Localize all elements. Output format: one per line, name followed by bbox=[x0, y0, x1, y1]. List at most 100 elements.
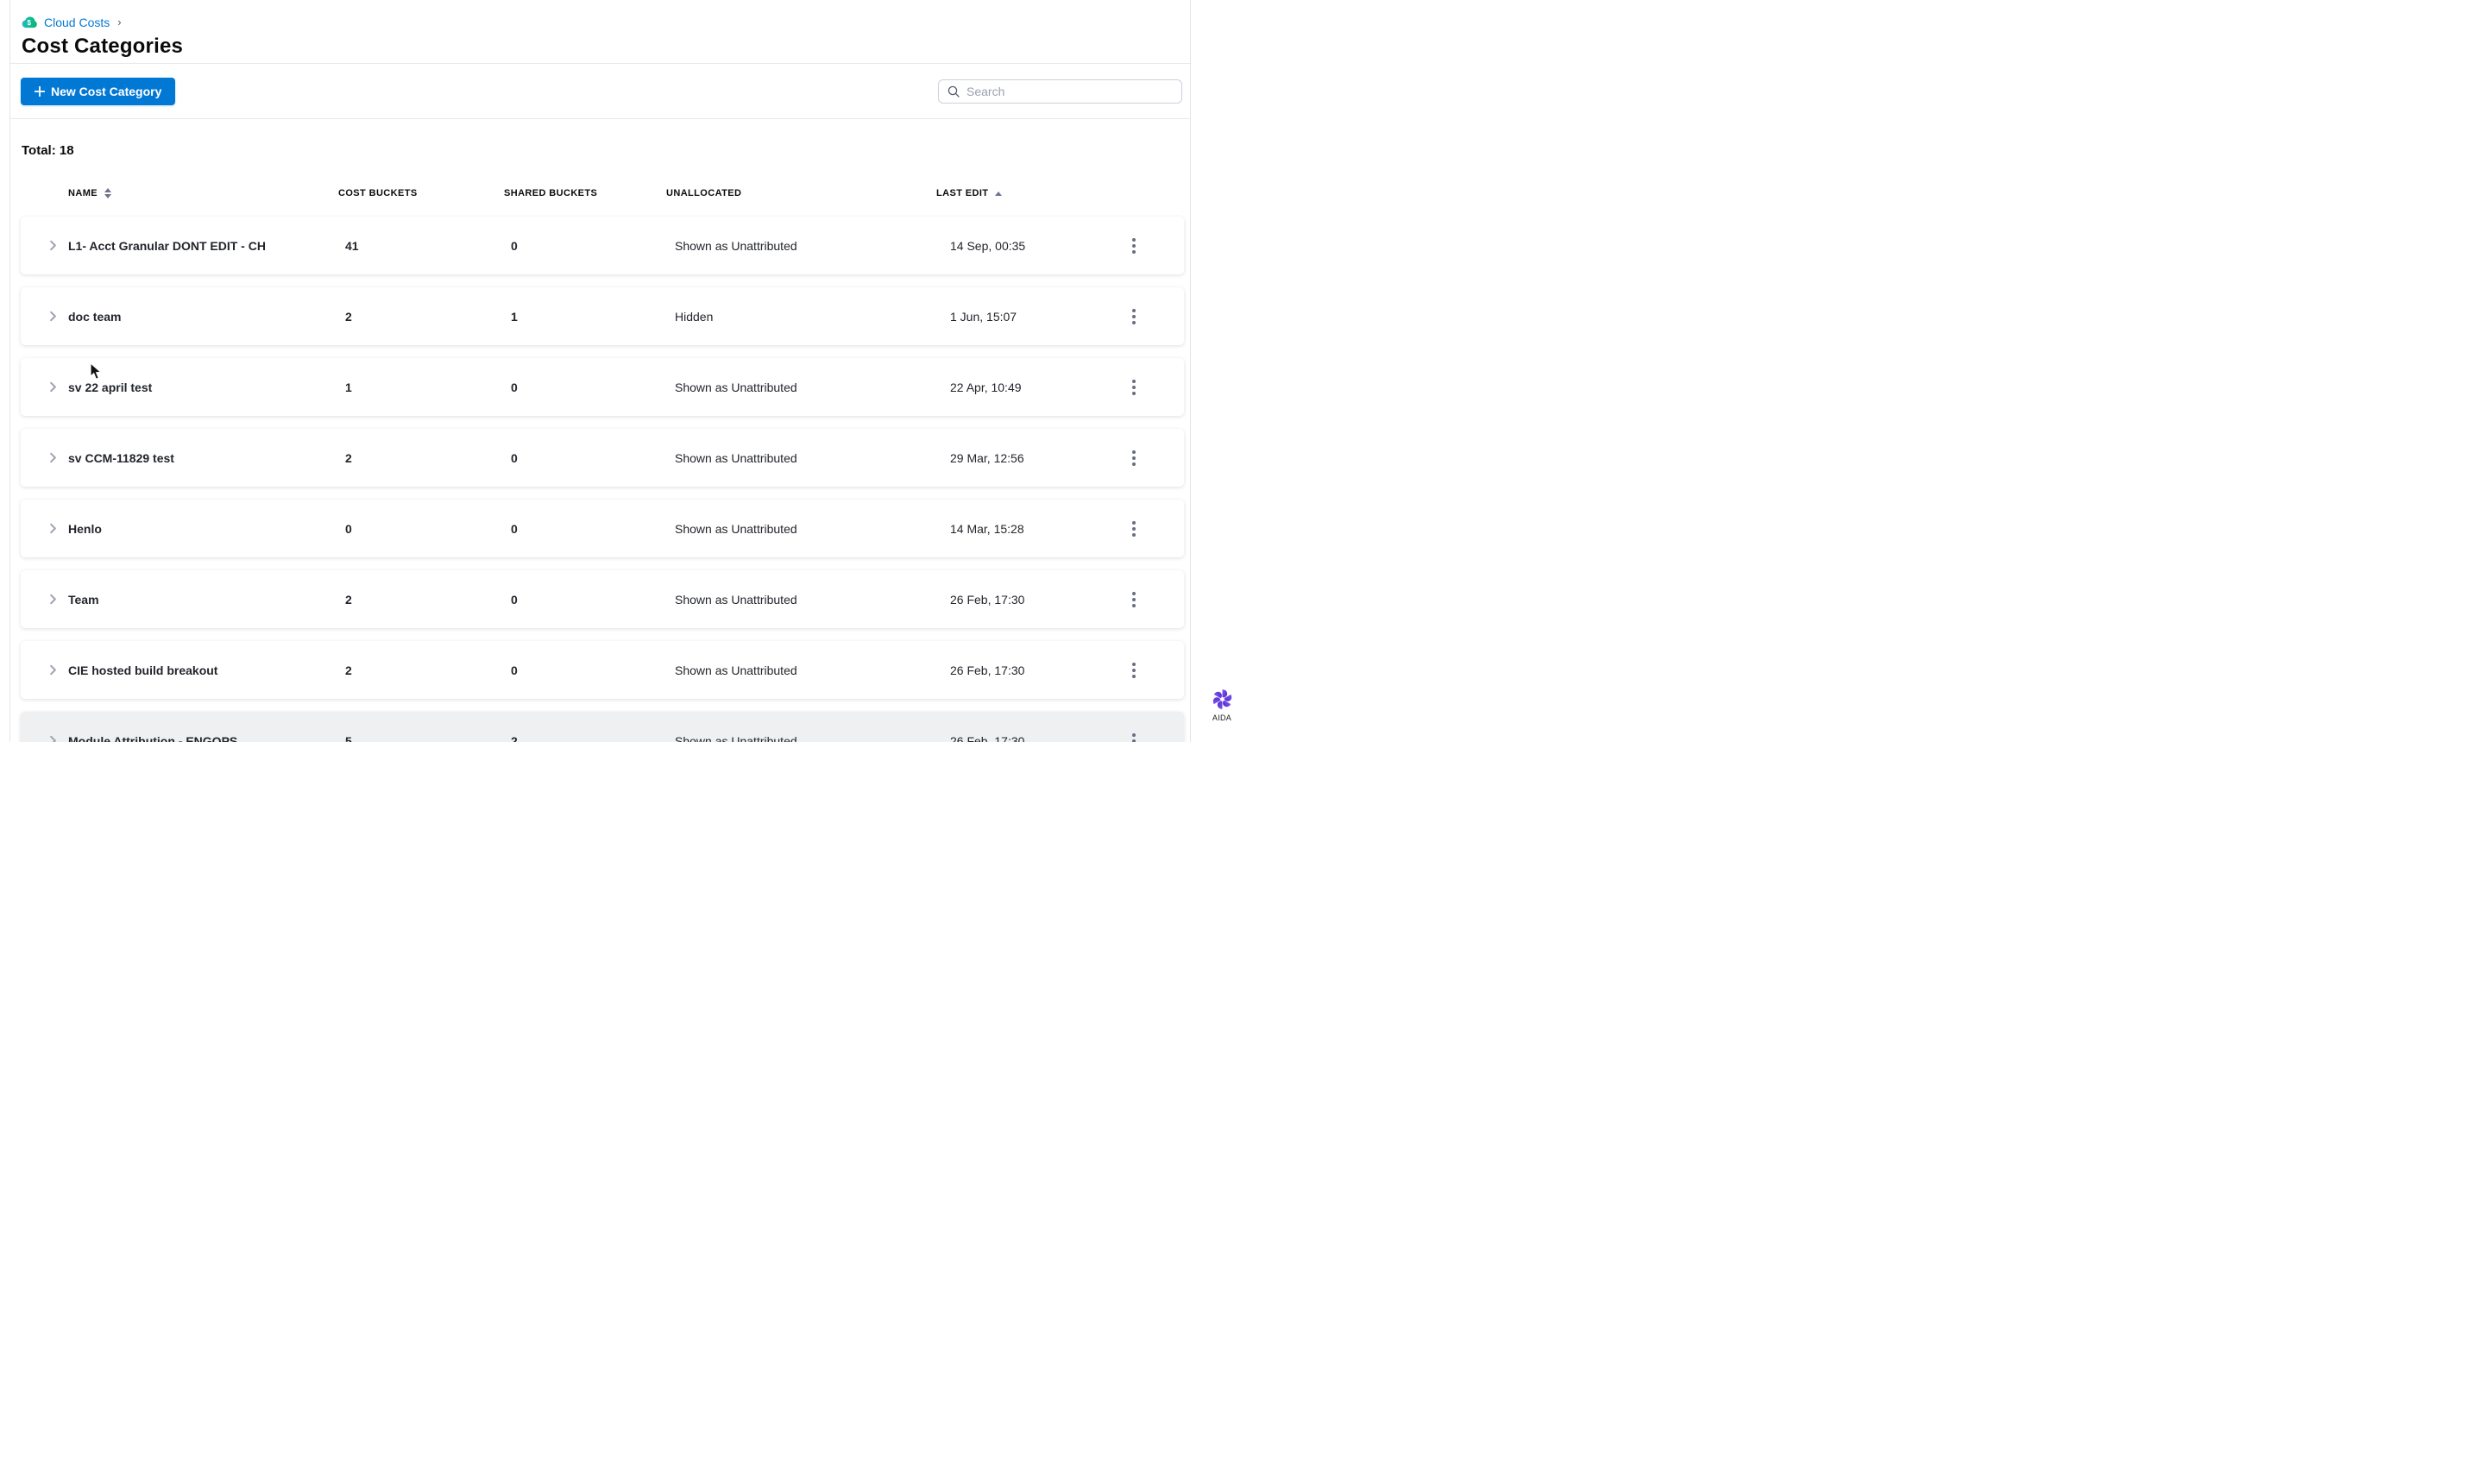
row-unallocated: Shown as Unattributed bbox=[675, 450, 797, 465]
cost-categories-page: $ Cloud Costs › Cost Categories New Cost… bbox=[0, 0, 1244, 742]
new-cost-category-button[interactable]: New Cost Category bbox=[21, 77, 176, 105]
cost-category-row[interactable]: CIE hosted build breakout 2 0 Shown as U… bbox=[21, 641, 1184, 699]
plus-icon bbox=[35, 85, 45, 97]
row-last-edit: 26 Feb, 17:30 bbox=[950, 733, 1025, 743]
table-header-row: NAME COST BUCKETS SHARED BUCKETS UNALLOC… bbox=[21, 187, 1184, 199]
cost-category-row[interactable]: sv 22 april test 1 0 Shown as Unattribut… bbox=[21, 358, 1184, 416]
expand-row-control[interactable] bbox=[21, 380, 68, 393]
aida-widget[interactable]: AIDA bbox=[1199, 688, 1244, 722]
row-unallocated: Shown as Unattributed bbox=[675, 380, 797, 394]
row-last-edit: 14 Mar, 15:28 bbox=[950, 521, 1024, 536]
row-actions-menu-button[interactable] bbox=[1124, 657, 1144, 683]
row-actions-menu-button[interactable] bbox=[1124, 587, 1144, 613]
row-shared-buckets: 0 bbox=[511, 238, 518, 253]
row-unallocated: Shown as Unattributed bbox=[675, 663, 797, 677]
cost-category-list: L1- Acct Granular DONT EDIT - CH 41 0 Sh… bbox=[21, 217, 1184, 742]
chevron-right-icon bbox=[50, 664, 56, 676]
cost-category-row[interactable]: Henlo 0 0 Shown as Unattributed 14 Mar, … bbox=[21, 500, 1184, 557]
expand-row-control[interactable] bbox=[21, 451, 68, 464]
column-header-name-label: NAME bbox=[68, 188, 98, 198]
aida-label: AIDA bbox=[1212, 714, 1232, 722]
chevron-right-icon bbox=[50, 240, 56, 251]
chevron-right-icon bbox=[50, 381, 56, 393]
chevron-right-icon bbox=[50, 452, 56, 463]
cost-category-row[interactable]: Team 2 0 Shown as Unattributed 26 Feb, 1… bbox=[21, 570, 1184, 628]
row-shared-buckets: 0 bbox=[511, 592, 518, 607]
cost-category-row[interactable]: Module Attribution - ENGOPS 5 2 Shown as… bbox=[21, 712, 1184, 742]
main-content-panel: $ Cloud Costs › Cost Categories New Cost… bbox=[9, 0, 1191, 742]
aida-icon bbox=[1212, 689, 1231, 709]
row-unallocated: Hidden bbox=[675, 309, 714, 324]
svg-text:$: $ bbox=[28, 19, 32, 27]
row-last-edit: 22 Apr, 10:49 bbox=[950, 380, 1022, 394]
expand-row-control[interactable] bbox=[21, 310, 68, 323]
chevron-right-icon bbox=[50, 735, 56, 742]
row-name: sv CCM-11829 test bbox=[68, 450, 174, 465]
column-header-cost-buckets-label: COST BUCKETS bbox=[338, 188, 418, 198]
expand-row-control[interactable] bbox=[21, 663, 68, 676]
cost-category-row[interactable]: doc team 2 1 Hidden 1 Jun, 15:07 bbox=[21, 287, 1184, 345]
cost-category-row[interactable]: L1- Acct Granular DONT EDIT - CH 41 0 Sh… bbox=[21, 217, 1184, 274]
row-last-edit: 1 Jun, 15:07 bbox=[950, 309, 1017, 324]
sort-asc-icon bbox=[995, 191, 1003, 196]
row-name: sv 22 april test bbox=[68, 380, 153, 394]
toolbar: New Cost Category bbox=[10, 64, 1190, 119]
row-cost-buckets: 2 bbox=[345, 450, 352, 465]
breadcrumb-chevron-icon: › bbox=[117, 16, 122, 28]
row-cost-buckets: 0 bbox=[345, 521, 352, 536]
row-last-edit: 26 Feb, 17:30 bbox=[950, 592, 1025, 607]
row-cost-buckets: 2 bbox=[345, 663, 352, 677]
row-name: Henlo bbox=[68, 521, 102, 536]
expand-row-control[interactable] bbox=[21, 593, 68, 606]
row-actions-menu-button[interactable] bbox=[1124, 304, 1144, 330]
row-actions-menu-button[interactable] bbox=[1124, 233, 1144, 259]
row-shared-buckets: 2 bbox=[511, 733, 518, 743]
row-actions-menu-button[interactable] bbox=[1124, 445, 1144, 471]
sort-icon[interactable] bbox=[104, 188, 111, 198]
row-actions-menu-button[interactable] bbox=[1124, 516, 1144, 542]
search-input[interactable] bbox=[966, 84, 1173, 98]
column-header-last-edit-label: LAST EDIT bbox=[936, 188, 989, 198]
cloud-costs-module-icon: $ bbox=[22, 16, 37, 28]
chevron-right-icon bbox=[50, 594, 56, 605]
row-shared-buckets: 0 bbox=[511, 380, 518, 394]
row-name: Team bbox=[68, 592, 99, 607]
expand-row-control[interactable] bbox=[21, 239, 68, 252]
row-cost-buckets: 2 bbox=[345, 592, 352, 607]
search-icon bbox=[948, 85, 960, 97]
row-cost-buckets: 41 bbox=[345, 238, 359, 253]
expand-row-control[interactable] bbox=[21, 734, 68, 742]
new-cost-category-button-label: New Cost Category bbox=[51, 84, 162, 98]
cost-category-row[interactable]: sv CCM-11829 test 2 0 Shown as Unattribu… bbox=[21, 429, 1184, 487]
row-shared-buckets: 0 bbox=[511, 663, 518, 677]
row-last-edit: 26 Feb, 17:30 bbox=[950, 663, 1025, 677]
row-shared-buckets: 1 bbox=[511, 309, 518, 324]
row-cost-buckets: 2 bbox=[345, 309, 352, 324]
breadcrumb-link-cloud-costs[interactable]: Cloud Costs bbox=[44, 16, 110, 29]
row-name: CIE hosted build breakout bbox=[68, 663, 218, 677]
row-actions-menu-button[interactable] bbox=[1124, 374, 1144, 400]
row-unallocated: Shown as Unattributed bbox=[675, 733, 797, 743]
column-header-cost-buckets: COST BUCKETS bbox=[338, 188, 504, 198]
column-header-name[interactable]: NAME bbox=[68, 188, 338, 198]
column-header-unallocated: UNALLOCATED bbox=[666, 188, 936, 198]
column-header-last-edit[interactable]: LAST EDIT bbox=[936, 188, 1109, 198]
chevron-right-icon bbox=[50, 523, 56, 534]
row-shared-buckets: 0 bbox=[511, 521, 518, 536]
row-cost-buckets: 1 bbox=[345, 380, 352, 394]
column-header-shared-buckets-label: SHARED BUCKETS bbox=[504, 188, 598, 198]
row-last-edit: 29 Mar, 12:56 bbox=[950, 450, 1024, 465]
expand-row-control[interactable] bbox=[21, 522, 68, 535]
total-count: Total: 18 bbox=[22, 143, 74, 158]
row-name: doc team bbox=[68, 309, 122, 324]
row-unallocated: Shown as Unattributed bbox=[675, 592, 797, 607]
chevron-right-icon bbox=[50, 311, 56, 322]
search-box bbox=[938, 79, 1182, 104]
row-unallocated: Shown as Unattributed bbox=[675, 521, 797, 536]
row-unallocated: Shown as Unattributed bbox=[675, 238, 797, 253]
breadcrumb: $ Cloud Costs › bbox=[22, 15, 1179, 29]
page-title: Cost Categories bbox=[22, 35, 184, 58]
row-name: Module Attribution - ENGOPS bbox=[68, 733, 238, 743]
row-actions-menu-button[interactable] bbox=[1124, 728, 1144, 742]
column-header-shared-buckets: SHARED BUCKETS bbox=[504, 188, 666, 198]
